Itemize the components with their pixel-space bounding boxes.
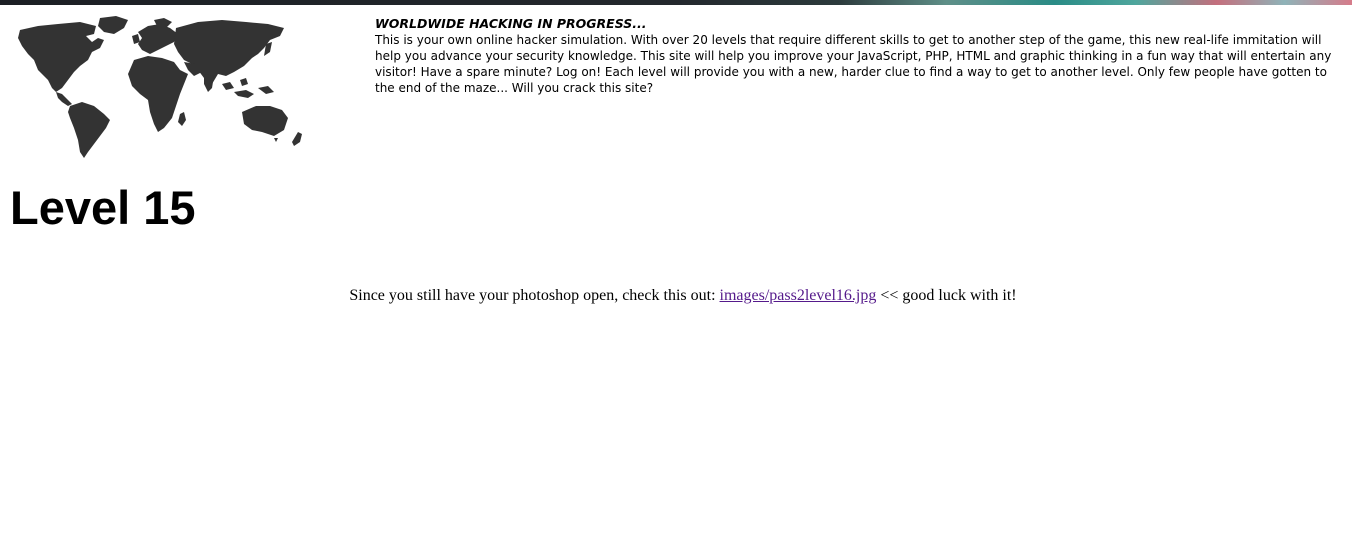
intro-title: WORLDWIDE HACKING IN PROGRESS... bbox=[375, 16, 647, 31]
hint-text-before: Since you still have your photoshop open… bbox=[349, 287, 720, 304]
level-heading: Level 15 bbox=[10, 181, 196, 234]
hint-line: Since you still have your photoshop open… bbox=[0, 286, 1352, 306]
intro-block: WORLDWIDE HACKING IN PROGRESS... This is… bbox=[375, 16, 1350, 96]
hint-text-after: << good luck with it! bbox=[876, 287, 1017, 304]
top-banner-strip bbox=[0, 0, 1352, 5]
hint-image-link[interactable]: images/pass2level16.jpg bbox=[720, 287, 877, 304]
world-map-icon bbox=[18, 16, 302, 158]
intro-text: This is your own online hacker simulatio… bbox=[375, 33, 1332, 95]
